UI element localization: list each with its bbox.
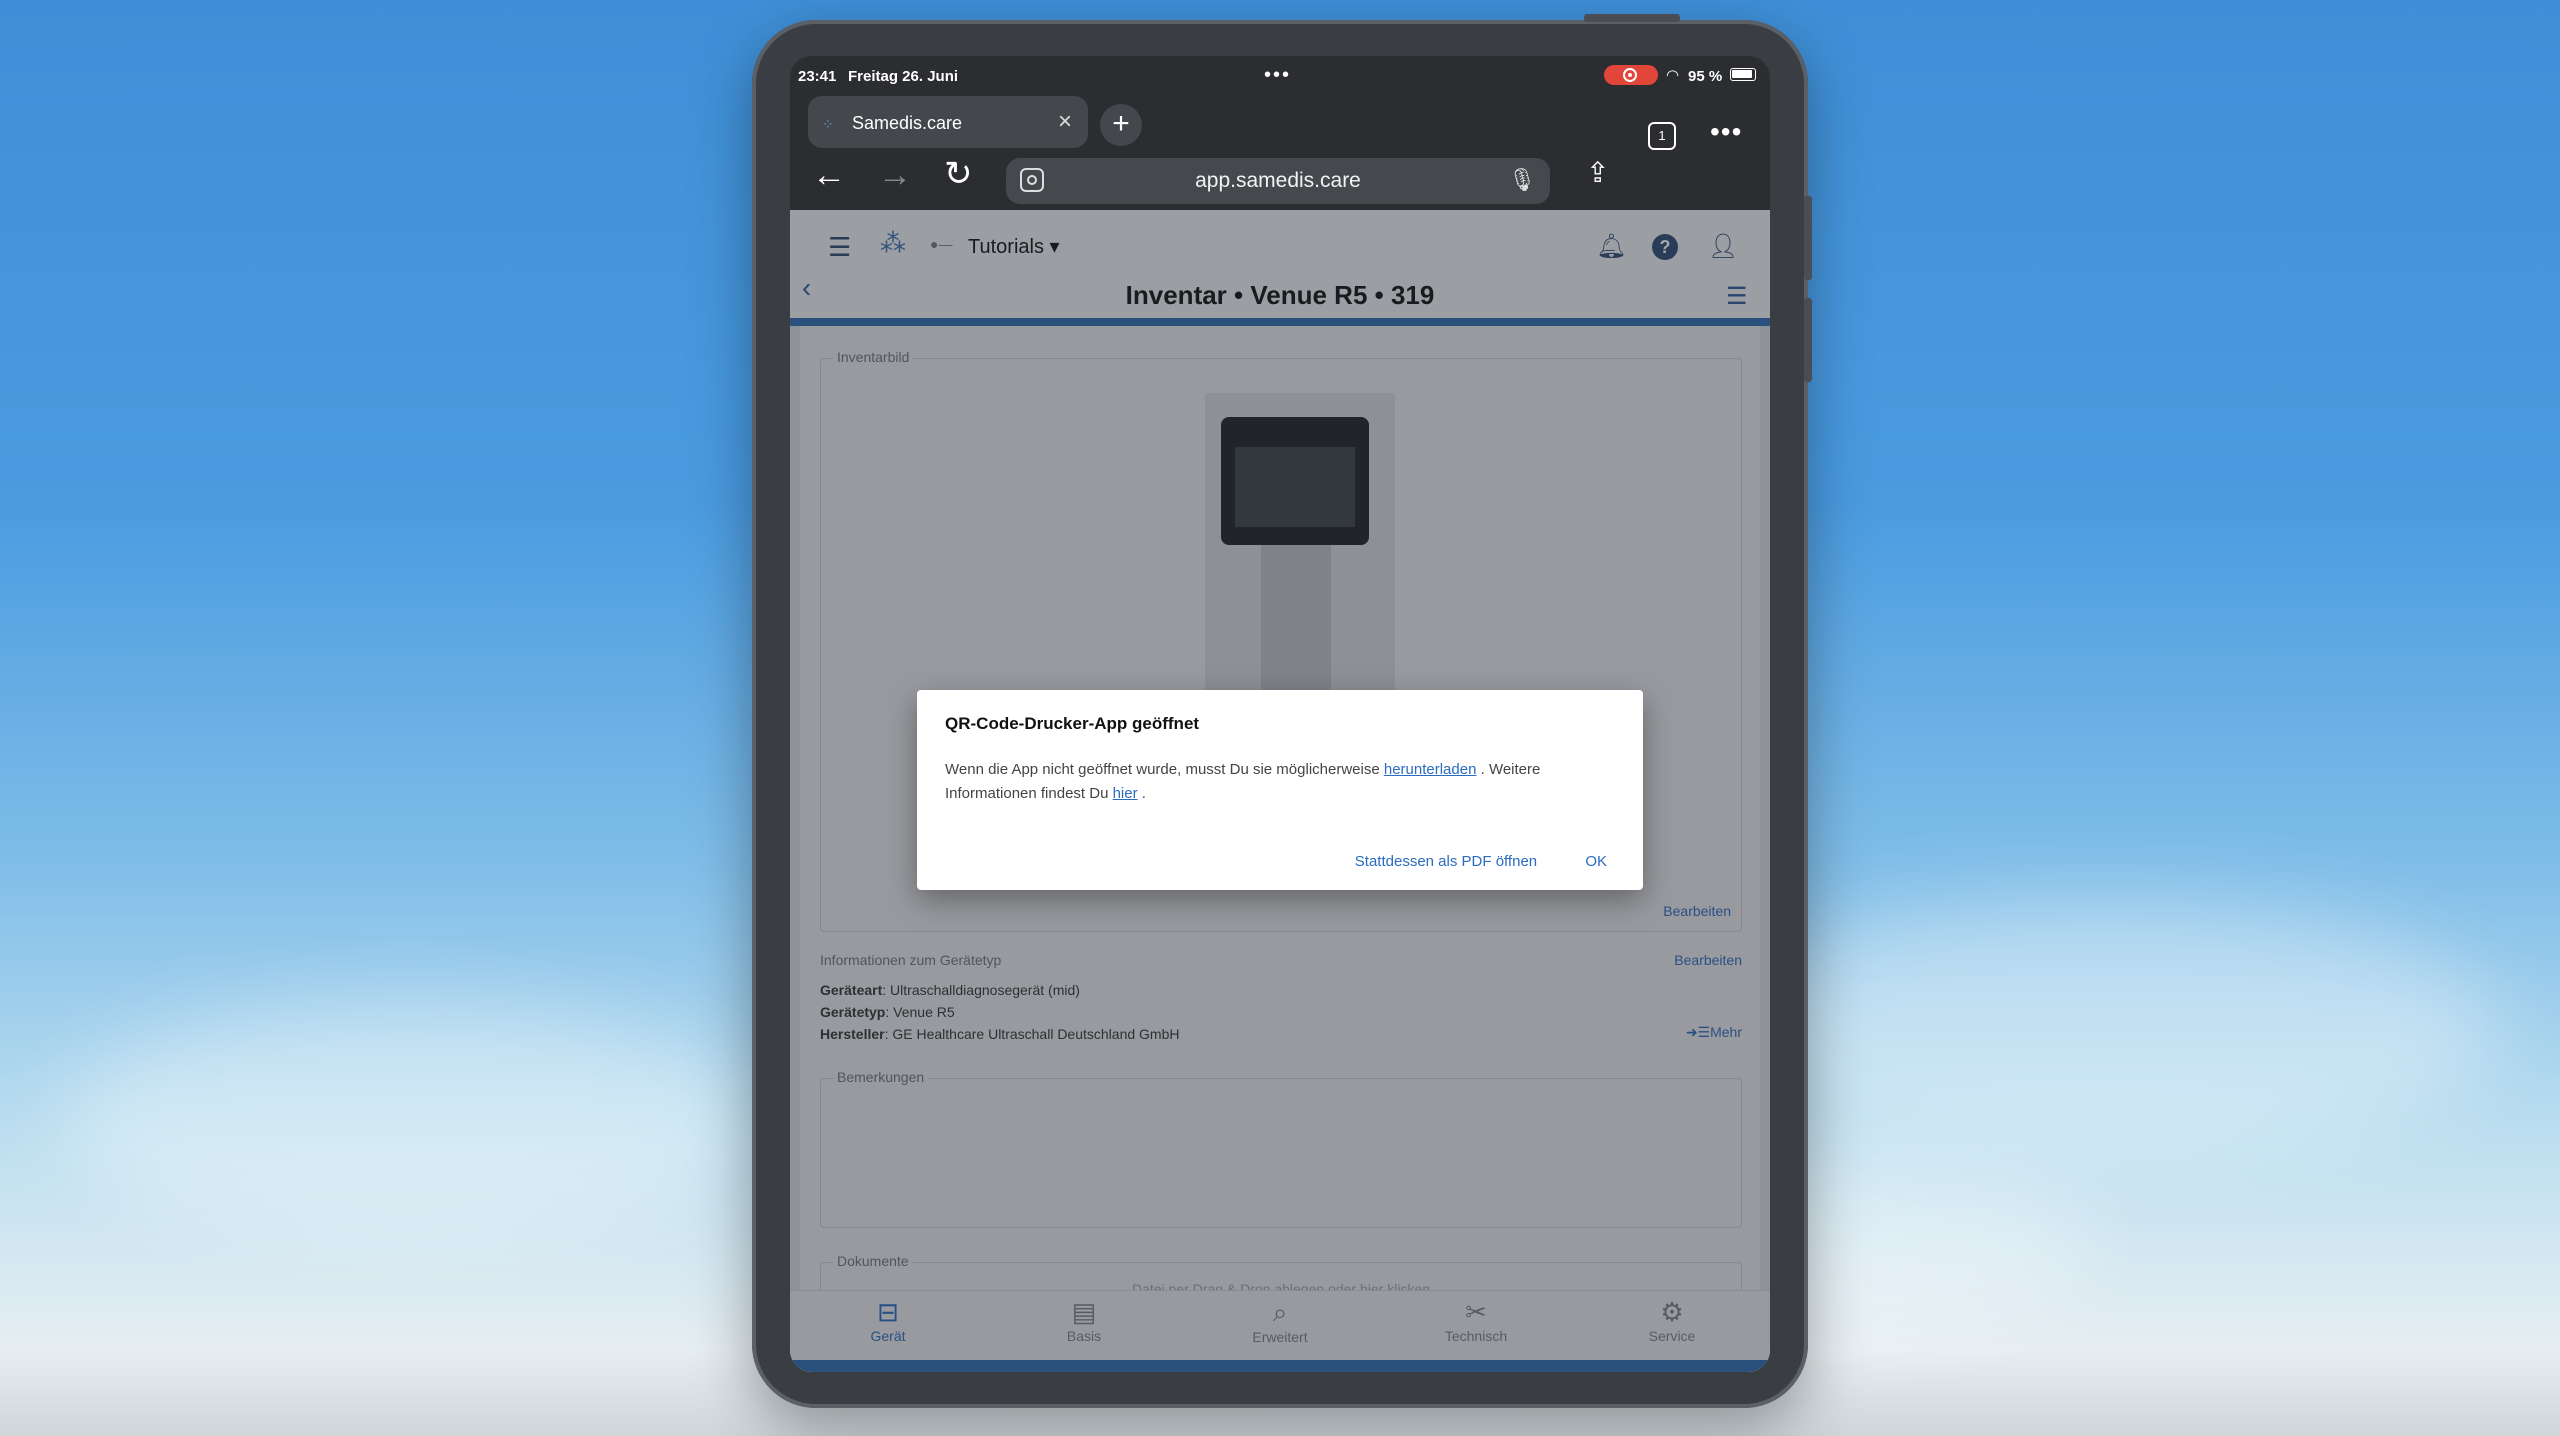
tablet-volume-button xyxy=(1804,298,1812,382)
share-icon[interactable]: ⇪ xyxy=(1586,156,1609,189)
qr-printer-dialog: QR-Code-Drucker-App geöffnet Wenn die Ap… xyxy=(917,690,1643,890)
battery-percentage: 95 % xyxy=(1688,68,1723,85)
wifi-icon: ◠ xyxy=(1666,67,1680,84)
status-time: 23:41 xyxy=(798,68,837,85)
back-arrow-icon[interactable]: ← xyxy=(812,156,846,195)
forward-arrow-icon[interactable]: → xyxy=(878,156,912,195)
tablet-volume-button xyxy=(1804,196,1812,280)
microphone-icon[interactable]: 🎙 xyxy=(1508,167,1536,193)
reload-icon[interactable]: ↻ xyxy=(944,154,973,194)
background-cloud xyxy=(1700,900,2500,1160)
ios-status-bar: 23:41 Freitag 26. Juni ••• ◠ 95 % xyxy=(790,56,1770,96)
open-pdf-button[interactable]: Stattdessen als PDF öffnen xyxy=(1355,853,1537,870)
multitasking-dots-icon[interactable]: ••• xyxy=(1264,64,1291,87)
tablet-top-button xyxy=(1584,14,1680,22)
dialog-message: Wenn die App nicht geöffnet wurde, musst… xyxy=(945,758,1605,806)
download-link[interactable]: herunterladen xyxy=(1384,761,1477,778)
more-options-icon[interactable]: ••• xyxy=(1710,116,1742,148)
url-text: app.samedis.care xyxy=(1195,169,1361,192)
screen-recording-indicator[interactable] xyxy=(1604,65,1658,85)
address-bar[interactable]: app.samedis.care 🎙 xyxy=(1006,158,1550,204)
info-here-link[interactable]: hier xyxy=(1113,785,1138,802)
dialog-actions: Stattdessen als PDF öffnen OK xyxy=(1311,853,1607,870)
dialog-title: QR-Code-Drucker-App geöffnet xyxy=(945,714,1200,733)
dialog-text-part1: Wenn die App nicht geöffnet wurde, musst… xyxy=(945,761,1384,778)
new-tab-button[interactable]: + xyxy=(1100,104,1142,146)
close-tab-icon[interactable]: × xyxy=(1058,108,1072,136)
tab-overview-button[interactable]: 1 xyxy=(1648,122,1676,150)
tab-title: Samedis.care xyxy=(852,113,963,133)
status-date: Freitag 26. Juni xyxy=(848,68,959,85)
favicon-icon: ⁘ xyxy=(822,116,834,132)
dialog-text-part3: . xyxy=(1137,785,1146,802)
browser-tab[interactable]: ⁘ Samedis.care × xyxy=(808,96,1088,148)
background-cloud xyxy=(60,1000,760,1240)
ok-button[interactable]: OK xyxy=(1585,853,1607,870)
battery-icon xyxy=(1730,68,1756,81)
record-icon xyxy=(1623,68,1637,82)
